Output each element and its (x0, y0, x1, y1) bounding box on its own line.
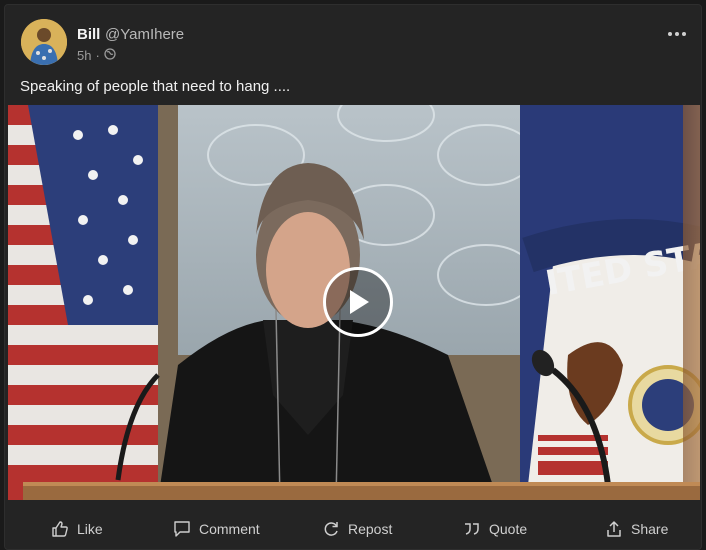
like-button[interactable]: Like (51, 511, 103, 547)
repost-label: Repost (348, 521, 393, 537)
share-label: Share (631, 521, 669, 537)
like-label: Like (77, 521, 103, 537)
repost-button[interactable]: Repost (322, 511, 392, 547)
post-time[interactable]: 5h (77, 48, 91, 63)
more-options-icon[interactable] (665, 25, 689, 43)
play-button[interactable] (323, 267, 393, 337)
avatar[interactable] (21, 19, 67, 65)
comment-button[interactable]: Comment (173, 511, 260, 547)
quote-icon (465, 523, 479, 535)
post-header: Bill @YamIhere 5h · (5, 5, 701, 75)
quote-button[interactable]: Quote (463, 511, 527, 547)
repost-icon (324, 522, 338, 536)
quote-label: Quote (489, 521, 528, 537)
post-card: Bill @YamIhere 5h · Speaking of people t… (4, 4, 702, 550)
thumbs-up-icon (52, 521, 68, 537)
post-text: Speaking of people that need to hang ...… (20, 78, 291, 95)
share-button[interactable]: Share (605, 511, 668, 547)
play-icon (350, 290, 369, 314)
post-meta: 5h · (77, 48, 116, 63)
share-icon (607, 521, 621, 537)
comment-icon (174, 521, 190, 537)
globe-icon (104, 48, 116, 63)
author-name[interactable]: Bill (77, 26, 100, 43)
action-bar: Like Comment Repost Quote Share (5, 511, 701, 547)
author-handle[interactable]: @YamIhere (105, 26, 184, 43)
comment-label: Comment (199, 521, 260, 537)
meta-separator: · (95, 48, 100, 63)
video-thumbnail[interactable]: ITED STA (8, 105, 700, 500)
